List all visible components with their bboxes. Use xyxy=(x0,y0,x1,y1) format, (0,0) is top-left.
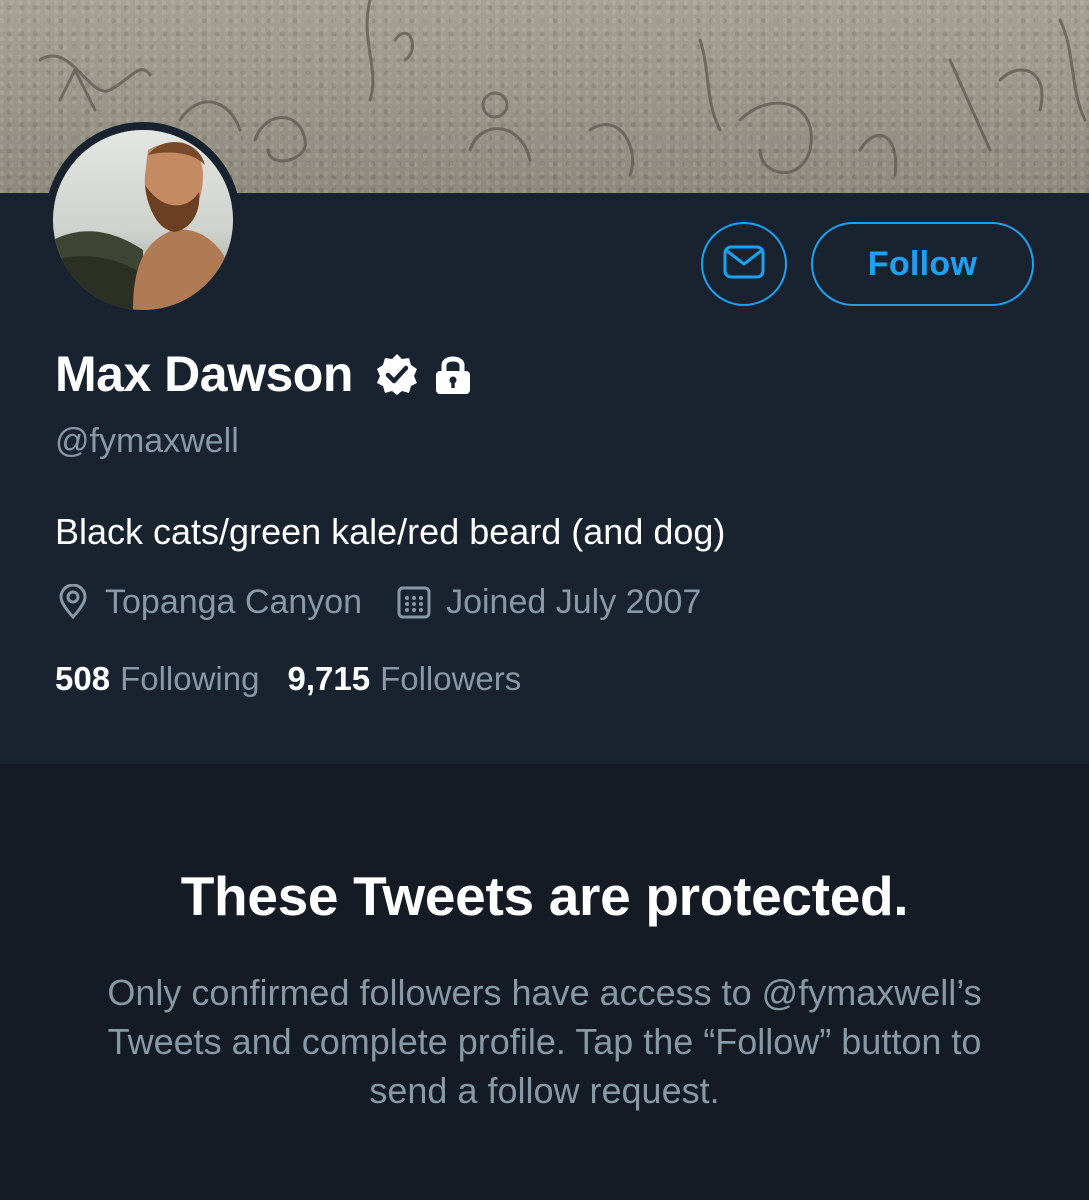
name-row: Max Dawson xyxy=(55,342,473,406)
following-stat[interactable]: 508 Following xyxy=(55,660,259,698)
joined-item: Joined July 2007 xyxy=(396,583,701,622)
location-text: Topanga Canyon xyxy=(105,582,363,621)
avatar-photo xyxy=(53,130,233,310)
envelope-icon xyxy=(723,245,765,284)
bio: Black cats/green kale/red beard (and dog… xyxy=(55,511,726,552)
lock-icon xyxy=(433,352,473,396)
display-name: Max Dawson xyxy=(55,346,353,402)
avatar-image xyxy=(53,130,233,310)
message-button[interactable] xyxy=(701,222,787,306)
avatar[interactable] xyxy=(45,122,241,318)
protected-title: These Tweets are protected. xyxy=(180,865,909,927)
followers-stat[interactable]: 9,715 Followers xyxy=(287,660,521,698)
followers-count: 9,715 xyxy=(287,660,371,697)
user-handle: @fymaxwell xyxy=(55,422,239,460)
profile-page: Follow Max Dawson @fymaxwell Black cats/… xyxy=(0,0,1089,1200)
following-count: 508 xyxy=(55,660,111,697)
follow-stats: 508 Following 9,715 Followers xyxy=(55,657,521,701)
verified-badge-icon xyxy=(375,352,419,396)
followers-label: Followers xyxy=(380,660,522,697)
protected-description: Only confirmed followers have access to … xyxy=(107,972,982,1111)
following-label: Following xyxy=(120,660,260,697)
follow-button[interactable]: Follow xyxy=(811,222,1034,306)
joined-text: Joined July 2007 xyxy=(446,582,702,621)
location-pin-icon xyxy=(55,583,91,620)
location-item: Topanga Canyon xyxy=(55,583,362,622)
profile-meta: Topanga Canyon Joined July 2007 xyxy=(55,580,701,624)
calendar-icon xyxy=(396,584,432,620)
